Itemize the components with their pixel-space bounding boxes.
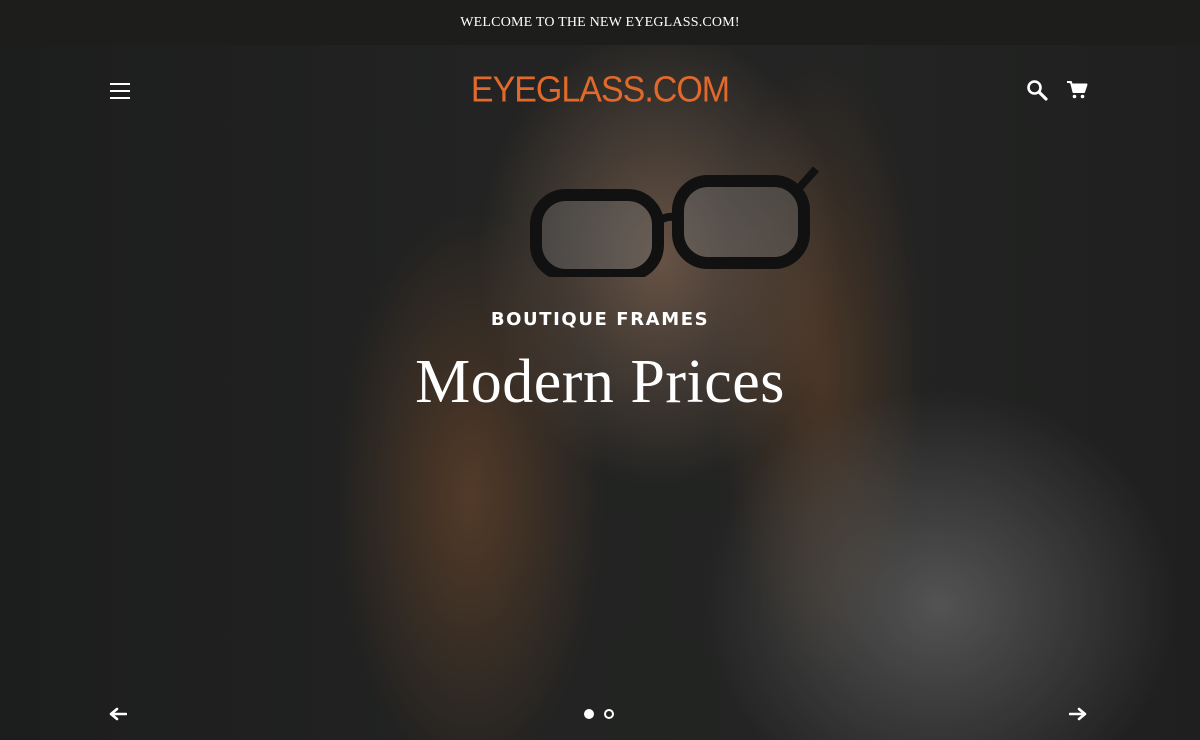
announcement-bar: WELCOME TO THE NEW EYEGLASS.COM! (0, 0, 1200, 45)
site-logo[interactable]: EYEGLASS.COM (0, 70, 1200, 111)
slide-dot-1[interactable] (584, 709, 594, 719)
search-icon[interactable] (1026, 79, 1048, 101)
slide-dot-2[interactable] (604, 709, 614, 719)
arrow-right-icon[interactable] (1069, 707, 1087, 721)
hero-subtitle: BOUTIQUE FRAMES (490, 309, 710, 330)
hero-title: Modern Prices (415, 348, 785, 416)
announcement-text: WELCOME TO THE NEW EYEGLASS.COM! (460, 14, 740, 30)
arrow-left-icon[interactable] (109, 707, 127, 721)
slide-dots (584, 709, 614, 719)
hero-image (530, 166, 819, 277)
cart-icon[interactable] (1066, 80, 1088, 100)
hero-slideshow: EYEGLASS.COM BOUTIQUE FRAMES Modern Pric… (0, 45, 1200, 740)
